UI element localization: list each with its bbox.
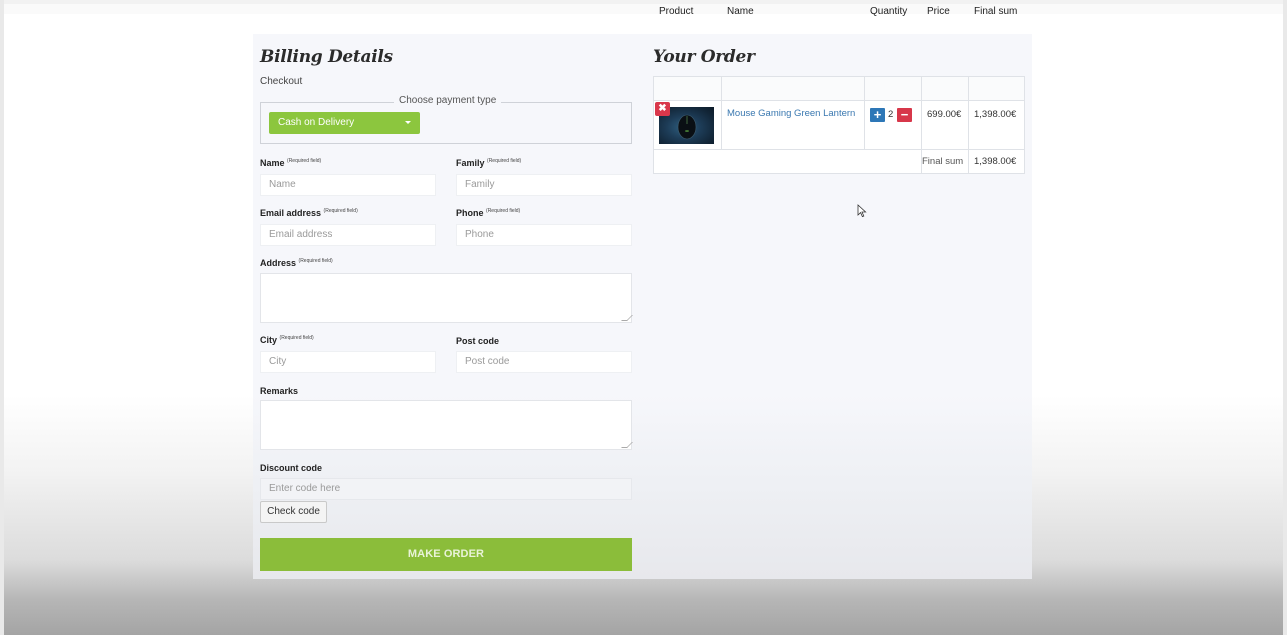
table-divider [721,76,722,149]
table-divider [968,76,969,174]
total-label: Final sum [922,156,964,167]
required-tag: (Required field) [279,335,314,341]
phone-input[interactable]: Phone [456,224,632,246]
remove-item-button[interactable]: ✖ [655,102,670,116]
address-textarea[interactable] [260,273,633,323]
postcode-label: Post code [456,336,500,346]
make-order-button[interactable]: MAKE ORDER [260,538,632,571]
family-label: Family (Required field) [456,158,521,168]
payment-selected-value: Cash on Delivery [278,117,355,128]
city-label: City (Required field) [260,335,314,345]
postcode-input[interactable]: Post code [456,351,632,373]
name-label: Name (Required field) [260,158,321,168]
billing-title: Billing Details [260,47,393,67]
phone-label: Phone (Required field) [456,208,520,218]
discount-code-input[interactable]: Enter code here [260,478,632,500]
family-input[interactable]: Family [456,174,632,196]
name-input[interactable]: Name [260,174,436,196]
col-product: Product [659,6,694,17]
discount-label: Discount code [260,463,323,473]
resize-handle-icon[interactable] [621,442,633,448]
email-input[interactable]: Email address [260,224,436,246]
mouse-pointer-icon [857,204,867,218]
check-code-button[interactable]: Check code [260,501,327,523]
required-tag: (Required field) [298,258,333,264]
col-price: Price [927,6,950,17]
item-price: 699.00€ [927,109,962,120]
window-frame-right [1283,0,1287,635]
email-label-text: Email address [260,208,322,218]
total-value: 1,398.00€ [974,156,1017,167]
resize-handle-icon[interactable] [621,315,633,321]
quantity-value: 2 [888,109,894,120]
required-tag: (Required field) [486,208,521,214]
col-final-sum: Final sum [974,6,1018,17]
table-divider [653,149,1025,150]
product-name-link[interactable]: Mouse Gaming Green Lantern [727,108,855,119]
quantity-plus-button[interactable]: + [870,108,885,122]
order-title: Your Order [653,47,755,67]
phone-label-text: Phone [456,208,484,218]
remarks-textarea[interactable] [260,400,633,450]
payment-type-select[interactable]: Cash on Delivery [269,112,420,134]
chevron-down-icon [405,121,411,124]
item-final-sum: 1,398.00€ [974,109,1017,120]
col-quantity: Quantity [870,6,908,17]
required-tag: (Required field) [487,158,522,164]
required-tag: (Required field) [287,158,322,164]
checkout-subtitle: Checkout [260,76,303,87]
family-label-text: Family [456,158,485,168]
table-divider [864,76,865,149]
table-divider [653,100,1025,101]
col-name: Name [727,6,754,17]
required-tag: (Required field) [323,208,358,214]
window-frame-left [0,0,4,635]
city-label-text: City [260,335,278,345]
name-label-text: Name [260,158,285,168]
address-label-text: Address [260,258,297,268]
payment-legend: Choose payment type [394,95,502,106]
remarks-label: Remarks [260,386,299,396]
city-input[interactable]: City [260,351,436,373]
email-label: Email address (Required field) [260,208,358,218]
address-label: Address (Required field) [260,258,333,268]
quantity-minus-button[interactable]: − [897,108,912,122]
